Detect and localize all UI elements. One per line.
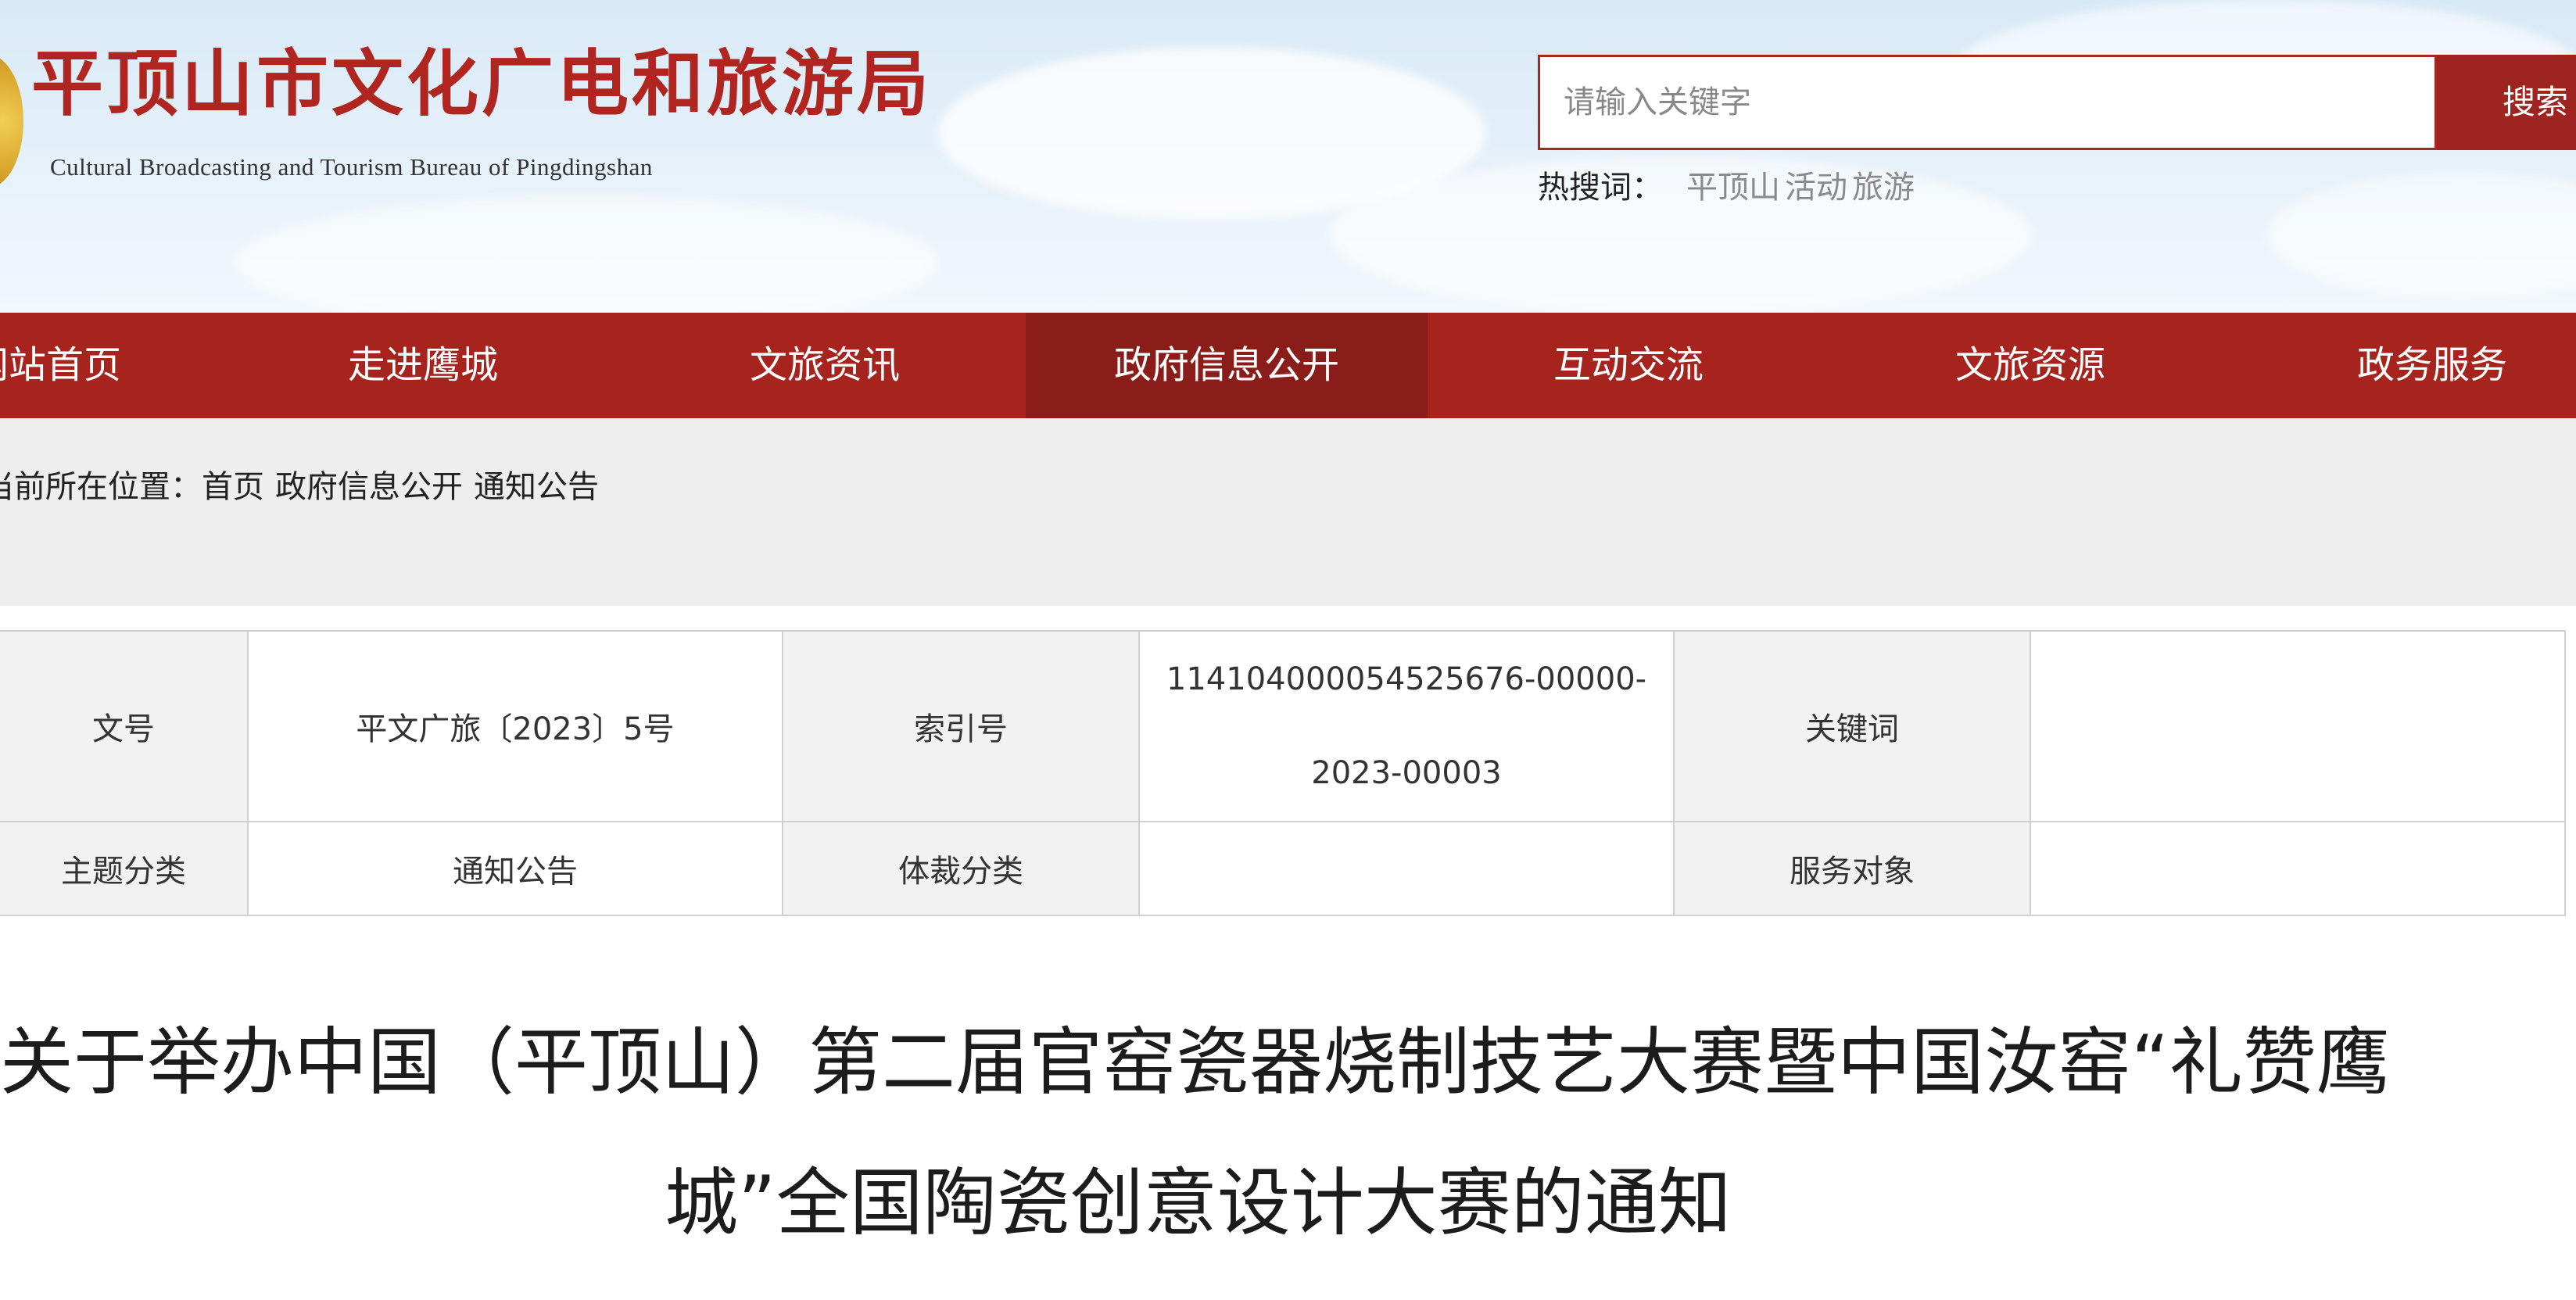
topic-category-value: 通知公告 bbox=[247, 821, 783, 916]
keywords-value bbox=[2030, 630, 2566, 822]
nav-item-resources[interactable]: 文旅资源 bbox=[1829, 313, 2231, 418]
breadcrumb-bar: 当前所在位置：首页 政府信息公开 通知公告 bbox=[0, 418, 2576, 606]
document-meta-table: 文号 平文广旅〔2023〕5号 索引号 114104000054525676-0… bbox=[0, 630, 2566, 916]
sky-cloud bbox=[2267, 172, 2576, 297]
site-logo-title[interactable]: 平顶山市文化广电和旅游局 bbox=[31, 33, 932, 134]
article-title-line2: 城”全国陶瓷创意设计大赛的通知 bbox=[665, 1161, 1732, 1246]
service-audience-label: 服务对象 bbox=[1673, 821, 2031, 916]
breadcrumb-item-gov-info[interactable]: 政府信息公开 bbox=[275, 469, 463, 505]
hot-search-words: 热搜词： 平顶山 活动 旅游 bbox=[1538, 166, 1915, 210]
nav-item-interaction[interactable]: 互动交流 bbox=[1428, 313, 1829, 418]
site-header: 平顶山市文化广电和旅游局 Cultural Broadcasting and T… bbox=[0, 0, 2576, 313]
index-number-line1: 114104000054525676-00000- bbox=[1166, 661, 1647, 697]
nav-item-gov-info[interactable]: 政府信息公开 bbox=[1026, 313, 1428, 418]
genre-category-value bbox=[1138, 821, 1675, 916]
search-input[interactable] bbox=[1538, 55, 2437, 150]
nav-item-services[interactable]: 政务服务 bbox=[2231, 313, 2576, 418]
hot-word-link[interactable]: 活动 bbox=[1785, 170, 1847, 206]
article-title-line1: 关于举办中国（平顶山）第二届官窑瓷器烧制技艺大赛暨中国汝窑“礼赞鹰 bbox=[0, 1020, 2390, 1105]
service-audience-value bbox=[2030, 821, 2566, 916]
emblem-icon bbox=[0, 55, 23, 188]
main-nav: 网站首页 走进鹰城 文旅资讯 政府信息公开 互动交流 文旅资源 政务服务 bbox=[0, 313, 2576, 418]
site-logo-subtitle: Cultural Broadcasting and Tourism Bureau… bbox=[50, 153, 653, 181]
index-number-label: 索引号 bbox=[782, 630, 1140, 822]
index-number-value: 114104000054525676-00000- 2023-00003 bbox=[1138, 630, 1675, 822]
doc-number-label: 文号 bbox=[0, 630, 249, 822]
table-row: 主题分类 通知公告 体裁分类 服务对象 bbox=[0, 821, 2566, 916]
nav-item-about-city[interactable]: 走进鹰城 bbox=[222, 313, 624, 418]
breadcrumb: 当前所在位置：首页 政府信息公开 通知公告 bbox=[0, 465, 610, 509]
hot-search-label: 热搜词： bbox=[1538, 170, 1663, 206]
table-row: 文号 平文广旅〔2023〕5号 索引号 114104000054525676-0… bbox=[0, 630, 2566, 822]
sky-cloud bbox=[235, 195, 938, 313]
hot-word-link[interactable]: 平顶山 bbox=[1686, 170, 1780, 206]
nav-item-news[interactable]: 文旅资讯 bbox=[624, 313, 1026, 418]
keywords-label: 关键词 bbox=[1673, 630, 2031, 822]
breadcrumb-item-notices[interactable]: 通知公告 bbox=[474, 469, 599, 505]
doc-number-value: 平文广旅〔2023〕5号 bbox=[247, 630, 783, 822]
topic-category-label: 主题分类 bbox=[0, 821, 249, 916]
genre-category-label: 体裁分类 bbox=[782, 821, 1140, 916]
breadcrumb-item-home[interactable]: 首页 bbox=[202, 469, 264, 505]
hot-word-link[interactable]: 旅游 bbox=[1852, 170, 1915, 206]
nav-item-home[interactable]: 网站首页 bbox=[0, 313, 247, 418]
search-button[interactable]: 搜索 bbox=[2437, 55, 2576, 150]
breadcrumb-label: 当前所在位置： bbox=[0, 469, 202, 505]
index-number-line2: 2023-00003 bbox=[1311, 755, 1502, 791]
